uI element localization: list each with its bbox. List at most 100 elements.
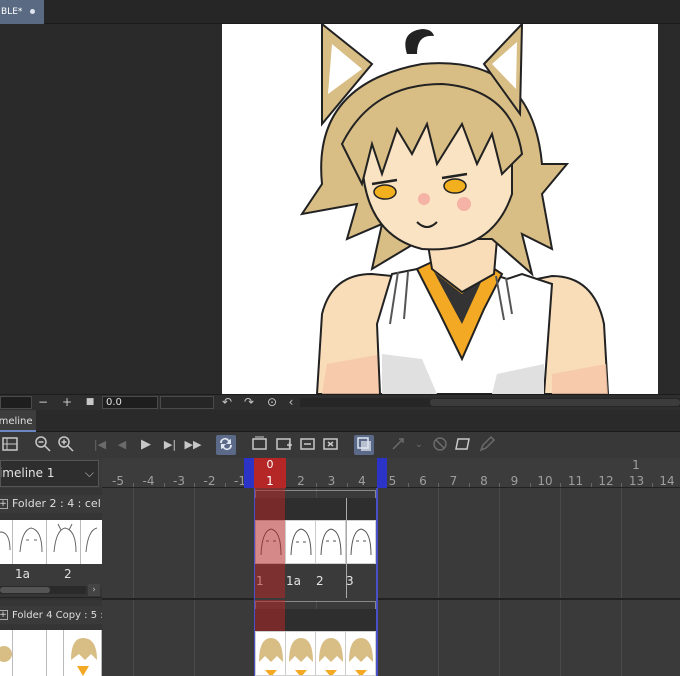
ruler-tick	[529, 483, 531, 487]
ruler-frame-number: -2	[203, 474, 216, 488]
ruler-frame-number: 12	[598, 474, 614, 488]
ruler-frame-number: 4	[358, 474, 366, 488]
thumbnail	[48, 520, 81, 564]
navigator-scroll-thumb[interactable]	[430, 399, 680, 406]
scroll-left-icon[interactable]: ‹	[285, 396, 297, 409]
canvas-illustration[interactable]	[222, 24, 658, 394]
cel-label: 2	[316, 574, 324, 588]
rotate-right-icon[interactable]: ↷	[242, 396, 256, 409]
cel-thumbnail[interactable]	[286, 632, 316, 675]
frame-gridline	[499, 600, 501, 676]
playback-end-marker[interactable]	[377, 458, 387, 488]
ruler-frame-number: 13	[628, 474, 645, 488]
zoom-field[interactable]	[0, 396, 32, 409]
zoom-in-icon[interactable]	[56, 435, 76, 455]
cel-thumbnail[interactable]	[346, 521, 375, 563]
new-cel-icon[interactable]	[274, 435, 294, 455]
reset-rotation-icon[interactable]: ⊙	[265, 396, 279, 409]
ruler-frame-number: -4	[142, 474, 155, 488]
close-dot-icon[interactable]	[30, 9, 36, 14]
thumbnail	[82, 520, 102, 564]
tab-timeline-label: Timeline	[0, 416, 33, 427]
ruler-frame-number: 8	[480, 474, 488, 488]
track-title-label: Folder 4 Copy : 5 : cel	[12, 610, 102, 621]
cel-label: 3	[346, 574, 354, 588]
cel-thumbnails-folder-4-copy[interactable]	[255, 631, 376, 676]
cel-label: 1a	[286, 574, 301, 588]
cel-thumbnail[interactable]	[256, 632, 286, 675]
zoom-out-button[interactable]: −	[36, 396, 50, 409]
onion-skin-icon[interactable]	[354, 435, 374, 455]
track-body-folder-2[interactable]	[102, 488, 680, 598]
frame-gridline	[194, 600, 196, 676]
expand-icon[interactable]: +	[0, 499, 8, 509]
ruler-tick	[651, 483, 653, 487]
document-tab-bar: BLE*	[0, 0, 680, 24]
last-frame-button[interactable]: ▶▶	[183, 435, 203, 455]
track-title-folder-4-copy[interactable]: + Folder 4 Copy : 5 : cel	[0, 606, 102, 624]
document-tab[interactable]: BLE*	[0, 0, 44, 24]
light-table-icon[interactable]	[453, 435, 473, 455]
keyframe-icon[interactable]	[388, 435, 408, 455]
stop-icon[interactable]: ■	[83, 396, 97, 409]
pen-icon[interactable]	[477, 435, 497, 455]
frame-ruler[interactable]: -5 -4 -3 -2 -1 2 3 4 5 6 7 8 9 10 11 12 13 14	[102, 458, 680, 488]
current-frame-marker: 0	[266, 458, 274, 471]
app-root: BLE* − + ■ 0.0 ↶ ↷ ⊙ ‹ meline |◀ ◀ ▶ ▶| …	[0, 0, 680, 676]
scroll-right-icon[interactable]: ›	[88, 584, 100, 596]
ruler-tick	[499, 483, 501, 487]
current-frame-indicator[interactable]: 0 1	[254, 458, 286, 488]
zoom-out-icon[interactable]	[33, 435, 53, 455]
track-scroll-thumb[interactable]	[0, 587, 50, 593]
current-frame-number: 1	[266, 474, 274, 488]
tab-timeline[interactable]: Timeline	[0, 410, 36, 432]
cel-name: 1a	[15, 567, 30, 581]
new-animation-folder-icon[interactable]	[250, 435, 270, 455]
erase-keyframe-icon[interactable]	[430, 435, 450, 455]
cel-name: 2	[64, 567, 72, 581]
navigator-scrollbar[interactable]	[300, 398, 680, 407]
zoom-in-button[interactable]: +	[60, 396, 74, 409]
play-button[interactable]: ▶	[136, 435, 156, 455]
frame-gridline	[621, 600, 623, 676]
document-tab-title: BLE*	[1, 7, 23, 17]
first-frame-button[interactable]: |◀	[90, 435, 110, 455]
track-thumbnails-folder-4-copy	[0, 630, 102, 676]
rotation-field[interactable]: 0.0	[102, 396, 158, 409]
timeline-settings-icon[interactable]	[0, 435, 20, 455]
ruler-frame-number: 14	[659, 474, 675, 488]
thumbnail	[48, 630, 64, 676]
track-title-folder-2[interactable]: + Folder 2 : 4 : cel	[0, 495, 102, 513]
specify-cel-icon[interactable]	[298, 435, 318, 455]
cel-thumbnail[interactable]	[316, 632, 346, 675]
ruler-frame-number: -3	[173, 474, 185, 488]
expand-icon[interactable]: +	[0, 610, 8, 620]
ruler-frame-number: -5	[112, 474, 124, 488]
loop-icon[interactable]	[216, 435, 236, 455]
track-scrollbar[interactable]	[0, 586, 86, 594]
ruler-tick	[316, 483, 318, 487]
ruler-tick	[560, 483, 562, 487]
cel-thumbnail[interactable]	[346, 632, 375, 675]
delete-cel-icon[interactable]	[321, 435, 341, 455]
ruler-frame-number: 3	[327, 474, 336, 488]
thumbnail	[14, 520, 47, 564]
chevron-down-icon[interactable]: ⌄	[409, 435, 429, 455]
ruler-tick	[346, 483, 348, 487]
frame-gridline	[133, 488, 135, 598]
rotate-left-icon[interactable]: ↶	[220, 396, 234, 409]
playback-start-marker[interactable]	[244, 458, 254, 488]
rotation-slider[interactable]	[160, 396, 214, 409]
ruler-tick	[438, 483, 440, 487]
frame-gridline	[438, 488, 440, 598]
ruler-frame-number: 9	[510, 474, 519, 488]
prev-frame-button[interactable]: ◀	[112, 435, 132, 455]
cel-thumbnail[interactable]	[316, 521, 346, 563]
timeline-select[interactable]: Timeline 1 ⌵	[0, 460, 99, 487]
timeline-tab-bar: Timeline	[0, 410, 680, 432]
next-frame-button[interactable]: ▶|	[160, 435, 180, 455]
range-start-line	[254, 488, 255, 676]
ruler-tick	[224, 483, 226, 487]
cel-thumbnail[interactable]	[286, 521, 316, 563]
track-body-folder-4-copy[interactable]	[102, 600, 680, 676]
